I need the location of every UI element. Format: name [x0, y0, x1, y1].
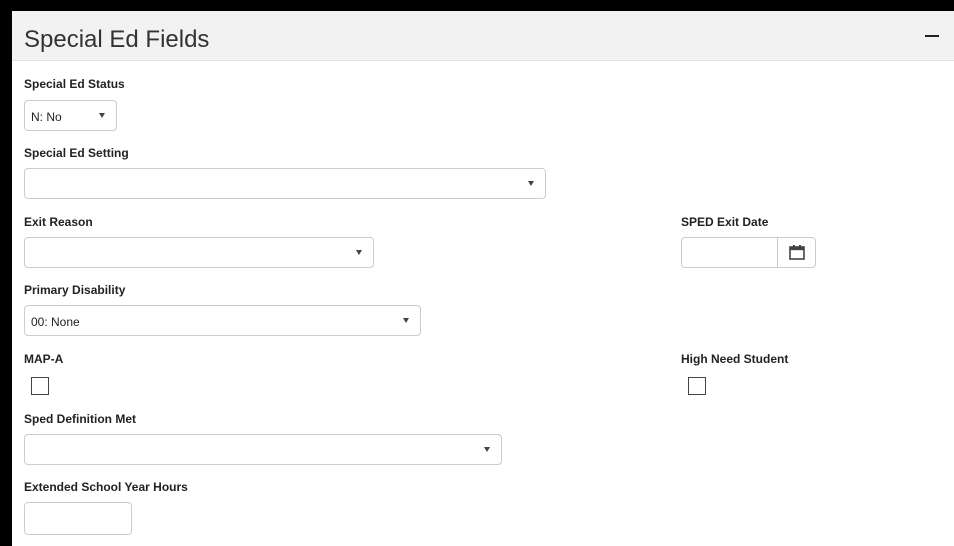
calendar-icon — [789, 245, 805, 260]
chevron-down-icon — [484, 447, 490, 452]
minus-icon[interactable] — [922, 24, 942, 48]
special-ed-status-value: N: No — [31, 110, 62, 124]
high-need-student-checkbox[interactable] — [688, 377, 706, 395]
chevron-down-icon — [528, 181, 534, 186]
chevron-down-icon — [403, 318, 409, 323]
extended-school-year-hours-label: Extended School Year Hours — [24, 480, 188, 494]
map-a-checkbox[interactable] — [31, 377, 49, 395]
special-ed-status-label: Special Ed Status — [24, 77, 125, 91]
map-a-label: MAP-A — [24, 352, 64, 366]
panel-title: Special Ed Fields — [24, 26, 210, 53]
chevron-down-icon — [99, 113, 105, 118]
exit-reason-label: Exit Reason — [24, 215, 93, 229]
sped-definition-met-select[interactable] — [24, 434, 502, 465]
exit-reason-select[interactable] — [24, 237, 374, 268]
primary-disability-label: Primary Disability — [24, 283, 126, 297]
high-need-student-label: High Need Student — [681, 352, 789, 366]
chevron-down-icon — [356, 250, 362, 255]
sped-exit-date-input[interactable] — [682, 238, 778, 267]
special-ed-status-select[interactable]: N: No — [24, 100, 117, 131]
special-ed-setting-label: Special Ed Setting — [24, 146, 129, 160]
panel-header: Special Ed Fields — [12, 11, 954, 61]
special-ed-panel: Special Ed Fields Special Ed Status N: N… — [9, 11, 954, 546]
primary-disability-select[interactable]: 00: None — [24, 305, 421, 336]
sped-definition-met-label: Sped Definition Met — [24, 412, 136, 426]
calendar-button[interactable] — [779, 238, 815, 267]
sped-exit-date-field — [681, 237, 816, 268]
special-ed-setting-select[interactable] — [24, 168, 546, 199]
sped-exit-date-label: SPED Exit Date — [681, 215, 769, 229]
extended-school-year-hours-input[interactable] — [24, 502, 132, 535]
primary-disability-value: 00: None — [31, 315, 80, 329]
